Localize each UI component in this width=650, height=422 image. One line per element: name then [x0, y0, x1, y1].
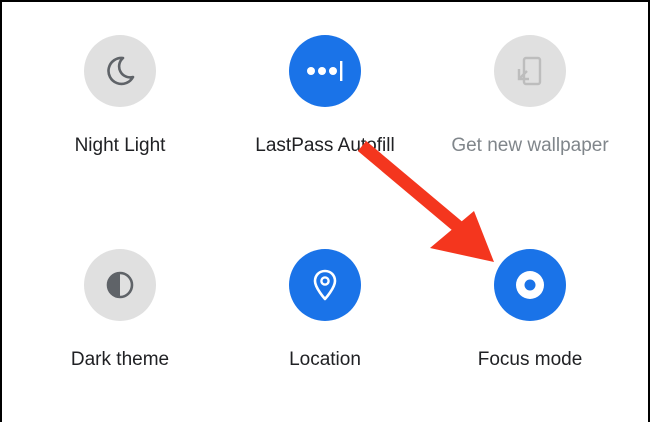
tile-night-light[interactable]: Night Light — [20, 35, 220, 205]
tile-lastpass-autofill-toggle[interactable] — [289, 35, 361, 107]
tile-dark-theme-label: Dark theme — [70, 349, 170, 370]
tile-location-toggle[interactable] — [289, 249, 361, 321]
tile-lastpass-autofill[interactable]: LastPass Autofill — [225, 35, 425, 205]
tile-focus-mode[interactable]: Focus mode — [430, 249, 630, 419]
wallpaper-phone-icon — [517, 56, 542, 86]
focus-target-icon — [516, 271, 544, 299]
tile-focus-mode-toggle[interactable] — [494, 249, 566, 321]
tile-location[interactable]: Location — [225, 249, 425, 419]
tile-night-light-label: Night Light — [74, 135, 166, 156]
password-dots-icon — [307, 61, 343, 81]
tile-get-new-wallpaper-label: Get new wallpaper — [451, 135, 609, 156]
tile-dark-theme[interactable]: Dark theme — [20, 249, 220, 419]
tile-get-new-wallpaper-toggle[interactable] — [494, 35, 566, 107]
location-pin-icon — [313, 269, 337, 301]
tile-get-new-wallpaper[interactable]: Get new wallpaper — [430, 35, 630, 205]
tile-focus-mode-label: Focus mode — [477, 349, 583, 370]
tile-location-label: Location — [289, 349, 361, 370]
tile-night-light-toggle[interactable] — [84, 35, 156, 107]
moon-icon — [107, 56, 135, 86]
half-circle-icon — [106, 271, 134, 299]
tile-lastpass-autofill-label: LastPass Autofill — [255, 135, 395, 156]
tile-dark-theme-toggle[interactable] — [84, 249, 156, 321]
